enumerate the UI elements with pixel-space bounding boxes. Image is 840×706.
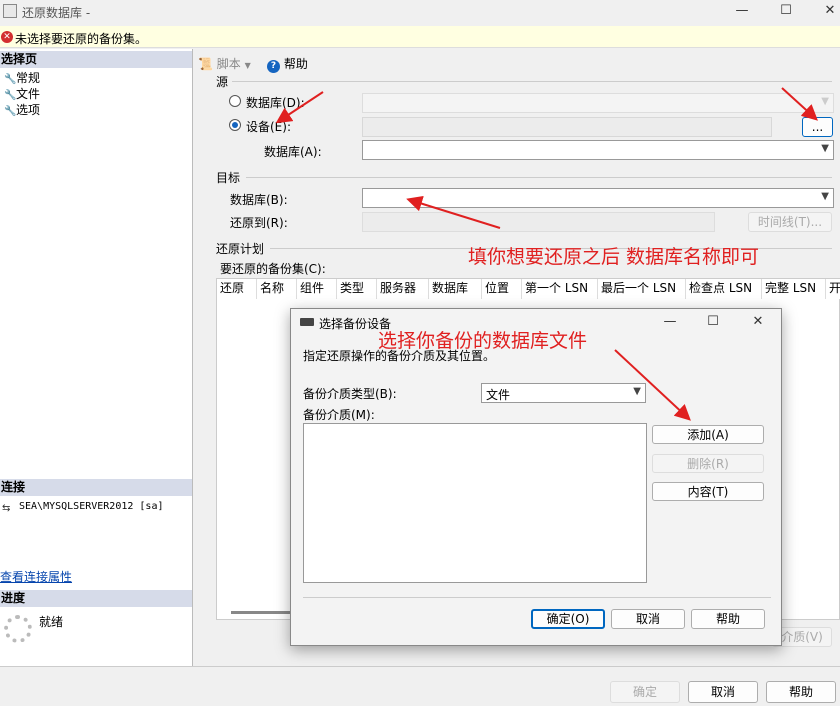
annotation-arrows	[275, 87, 818, 421]
arrow-to-browse-button	[781, 87, 818, 121]
arrow-to-target-database	[406, 195, 501, 229]
arrow-to-add-button	[614, 349, 691, 421]
arrow-to-device-radio	[275, 91, 324, 124]
